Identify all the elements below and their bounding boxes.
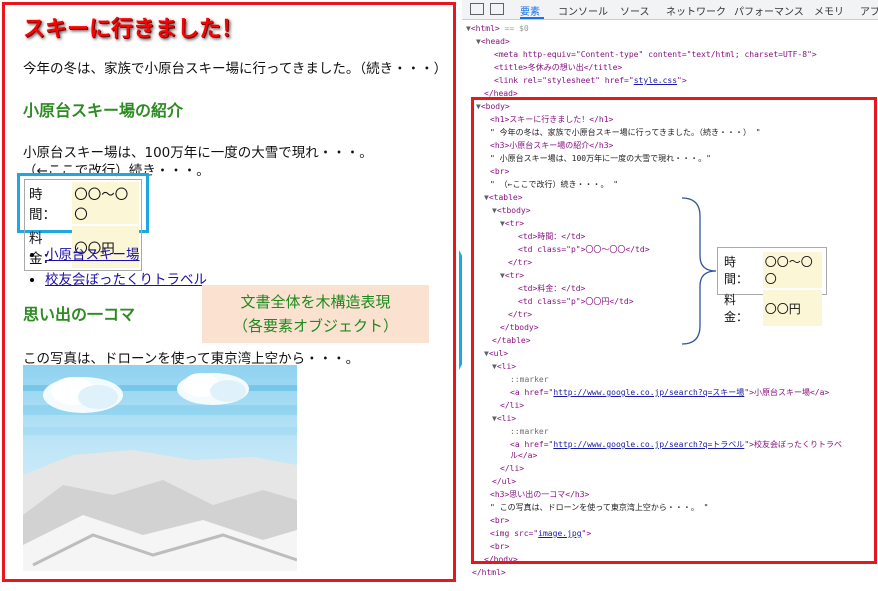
fee-label: 料金： [724,293,749,324]
memory-heading: 思い出の一コマ [23,305,136,324]
time-label: 時間： [29,187,56,223]
caption-line-2: （各要素オブジェクト） [232,317,398,335]
tab-memory[interactable]: メモリ [814,3,844,18]
table-row: 料金： 〇〇円 [722,290,822,326]
devtools-toolbar: 要素 コンソール ソース ネットワーク パフォーマンス メモリ アプ [462,0,878,20]
resort-heading: 小原台スキー場の紹介 [23,101,184,120]
time-label: 時間： [724,255,749,286]
intro-text: 今年の冬は、家族で小原台スキー場に行ってきました。（続き・・・） [23,61,448,77]
page-heading: スキーに行きました！ [23,17,244,42]
drone-photo [23,365,297,571]
list-item: 校友会ぼったくりトラベル [45,268,207,288]
link-list: 小原台スキー場 校友会ぼったくりトラベル [45,243,207,293]
brace-icon [681,197,717,345]
dom-node-html-close[interactable]: </html> [472,568,506,578]
rendered-page-frame: スキーに行きました！ 今年の冬は、家族で小原台スキー場に行ってきました。（続き・… [2,2,456,582]
dom-node-title[interactable]: <title>冬休みの想い出</title> [494,63,622,73]
info-table-highlight: 時間： 〇〇～〇〇 料金： 〇〇円 [17,173,149,271]
body-highlight-frame [471,97,877,564]
device-toggle-icon[interactable] [490,3,504,15]
devtools-panel: 要素 コンソール ソース ネットワーク パフォーマンス メモリ アプ ▼<htm… [462,0,878,591]
elements-tree: ▼<html> == $0 ▼<head> <meta http-equiv="… [462,20,878,591]
inspect-icon[interactable] [470,3,484,15]
table-preview: 時間： 〇〇～〇〇 料金： 〇〇円 [717,247,827,326]
resort-link[interactable]: 小原台スキー場 [45,247,140,263]
tab-elements[interactable]: 要素 [520,3,540,18]
fee-value: 〇〇円 [762,290,822,326]
resort-text: 小原台スキー場は、100万年に一度の大雪で現れ・・・。 [23,145,373,161]
active-tab-indicator [520,17,544,19]
table-preview-table: 時間： 〇〇～〇〇 料金： 〇〇円 [720,250,824,328]
tab-console[interactable]: コンソール [558,3,608,18]
dom-node-head[interactable]: ▼<head> [476,37,510,47]
caption-line-1: 文書全体を木構造表現 [240,293,391,311]
tab-network[interactable]: ネットワーク [666,3,726,18]
travel-link[interactable]: 校友会ぼったくりトラベル [45,272,207,288]
memory-text: この写真は、ドローンを使って東京湾上空から・・・。 [23,351,360,367]
dom-node-link[interactable]: <link rel="stylesheet" href="style.css"> [494,76,687,86]
tab-performance[interactable]: パフォーマンス [734,3,804,18]
tab-sources[interactable]: ソース [620,3,650,18]
tree-structure-caption: 文書全体を木構造表現 （各要素オブジェクト） [202,285,429,343]
table-row: 時間： 〇〇～〇〇 [27,182,139,224]
table-row: 時間： 〇〇～〇〇 [722,252,822,288]
tab-application[interactable]: アプ [860,3,878,18]
dom-node-html[interactable]: ▼<html> == $0 [466,24,529,34]
dom-node-meta[interactable]: <meta http-equiv="Content-type" content=… [494,50,817,60]
time-value: 〇〇～〇〇 [762,252,822,288]
time-value: 〇〇～〇〇 [72,182,139,224]
list-item: 小原台スキー場 [45,243,207,263]
